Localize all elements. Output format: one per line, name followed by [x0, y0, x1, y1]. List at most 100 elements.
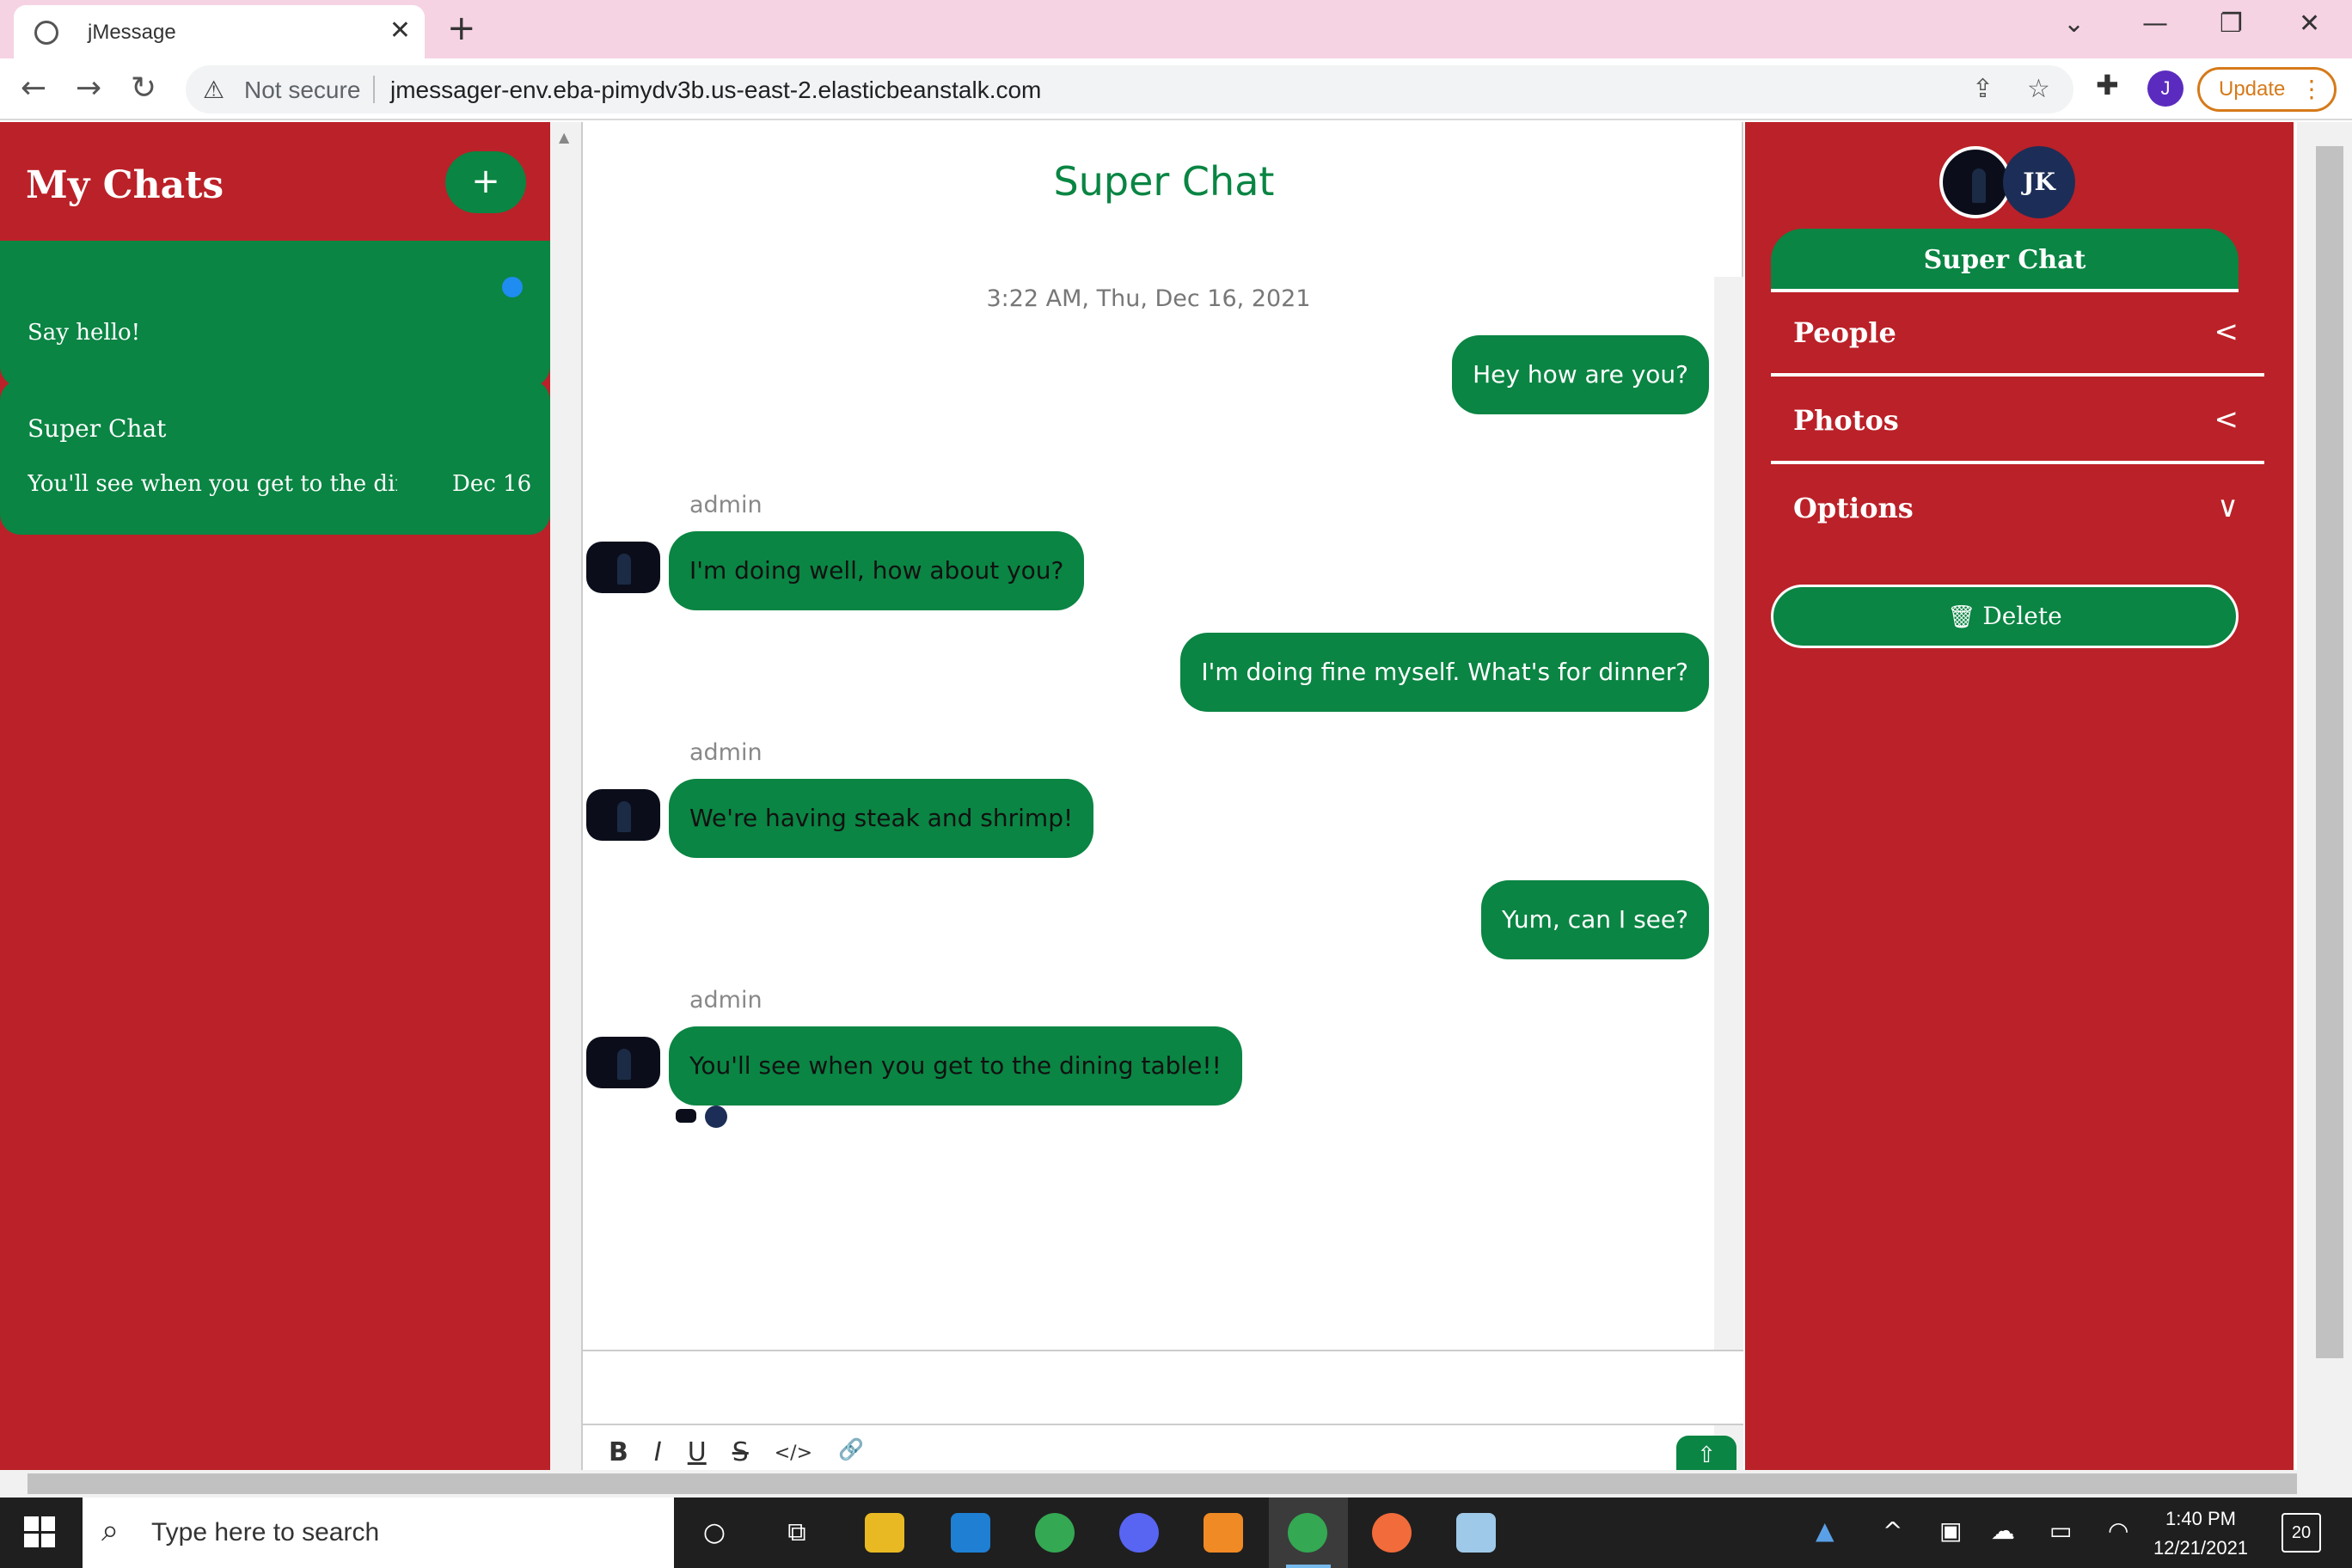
taskbar-clock[interactable]: 1:40 PM 12/21/2021 [2141, 1504, 2261, 1563]
feed-scrollbar[interactable] [1714, 277, 1743, 1477]
pen-icon[interactable]: ▲ [1816, 1516, 1834, 1545]
delete-label: Delete [1982, 602, 2062, 630]
onedrive-icon[interactable]: ☁ [1991, 1516, 2015, 1545]
reload-icon[interactable]: ↻ [131, 70, 156, 106]
taskbar-search[interactable]: ⌕ Type here to search [83, 1498, 674, 1568]
photos-section[interactable]: Photos < [1771, 380, 2264, 464]
chat-list-item[interactable]: Say hello! [0, 241, 550, 387]
address-bar[interactable]: ⚠ Not secure jmessager-env.eba-pimydv3b.… [186, 65, 2073, 113]
active-app-indicator [1286, 1565, 1331, 1568]
scroll-up-icon[interactable]: ▲ [559, 129, 569, 145]
sender-avatar [586, 542, 660, 593]
tab-title: jMessage [88, 21, 176, 44]
browser-tab[interactable]: jMessage ✕ [14, 5, 425, 58]
chat-name: Super Chat [28, 414, 167, 443]
windows-start-icon[interactable] [24, 1516, 55, 1547]
notepad-icon[interactable] [1456, 1513, 1496, 1553]
vscode-icon[interactable] [951, 1513, 990, 1553]
member-avatar [1939, 146, 2012, 218]
more-menu-icon: ⋮ [2300, 76, 2324, 102]
italic-button[interactable]: I [654, 1437, 662, 1472]
chevron-left-icon: < [2214, 402, 2239, 437]
my-chats-heading: My Chats [26, 163, 224, 207]
restore-icon[interactable]: ❐ [2220, 9, 2243, 39]
extensions-puzzle-icon[interactable]: ✚ [2096, 69, 2119, 101]
strikethrough-button[interactable]: S [732, 1437, 749, 1472]
horizontal-scroll-thumb[interactable] [28, 1473, 2297, 1494]
window-close-icon[interactable]: ✕ [2299, 9, 2320, 39]
new-tab-icon[interactable]: + [447, 9, 476, 48]
chat-settings-panel: JK Super Chat People < Photos < Options … [1745, 122, 2294, 1470]
bold-button[interactable]: B [609, 1437, 628, 1472]
update-label: Update [2219, 77, 2286, 101]
update-button[interactable]: Update ⋮ [2197, 67, 2337, 112]
message-sender: admin [689, 739, 763, 766]
bookmark-star-icon[interactable]: ☆ [2027, 74, 2050, 104]
task-view-icon[interactable]: ⧉ [777, 1513, 817, 1553]
chat-list-panel: My Chats + Say hello! Super Chat You'll … [0, 122, 550, 1470]
message-timestamp: 3:22 AM, Thu, Dec 16, 2021 [986, 285, 1311, 312]
member-avatar-initials: JK [2003, 146, 2075, 218]
close-tab-icon[interactable]: ✕ [389, 15, 411, 46]
battery-icon[interactable]: ▭ [2049, 1516, 2072, 1545]
chat-title: Super Chat [1053, 158, 1275, 205]
page-scrollbar[interactable] [2297, 122, 2352, 1470]
chat-preview: You'll see when you get to the dining ta… [28, 471, 397, 497]
chat-feed-panel: Super Chat 3:22 AM, Thu, Dec 16, 2021 He… [581, 122, 1743, 1477]
delete-button[interactable]: 🗑 Delete [1771, 585, 2239, 648]
arrow-up-icon: ⇧ [1697, 1442, 1716, 1468]
forward-icon[interactable]: → [76, 70, 101, 106]
cortana-icon[interactable]: ○ [695, 1513, 734, 1553]
profile-avatar[interactable]: J [2147, 70, 2184, 107]
share-icon[interactable]: ⇪ [1972, 74, 1994, 104]
sender-avatar [586, 1037, 660, 1088]
url-text[interactable]: jmessager-env.eba-pimydv3b.us-east-2.ela… [390, 77, 1041, 104]
not-secure-label: Not secure [244, 77, 361, 103]
chat-preview: Say hello! [28, 320, 141, 346]
underline-button[interactable]: U [688, 1437, 707, 1472]
photos-label: Photos [1793, 404, 1899, 437]
xampp-icon[interactable] [1204, 1513, 1243, 1553]
tray-chevron-icon[interactable]: ^ [1883, 1516, 1902, 1545]
add-chat-button[interactable]: + [445, 151, 526, 213]
tab-search-chevron-icon[interactable]: ⌄ [2063, 9, 2085, 39]
people-label: People [1793, 316, 1896, 349]
chat-date: Dec 16 [452, 471, 532, 497]
chevron-down-icon: ∨ [2217, 490, 2239, 524]
page-scroll-thumb[interactable] [2316, 146, 2343, 1358]
chrome-icon[interactable] [1035, 1513, 1075, 1553]
globe-icon [34, 21, 58, 45]
people-section[interactable]: People < [1771, 292, 2264, 377]
read-receipt-avatar [676, 1109, 696, 1123]
message-sender: admin [689, 492, 763, 518]
message-bubble-incoming: I'm doing well, how about you? [669, 531, 1085, 610]
link-icon[interactable]: 🔗 [838, 1437, 864, 1472]
options-section[interactable]: Options ∨ [1771, 468, 2264, 552]
message-input[interactable] [583, 1350, 1743, 1425]
postman-icon[interactable] [1372, 1513, 1412, 1553]
clock-time: 1:40 PM [2165, 1508, 2236, 1529]
back-icon[interactable]: ← [21, 70, 46, 106]
horizontal-scrollbar[interactable] [0, 1470, 2352, 1498]
wifi-icon[interactable]: ◠ [2108, 1516, 2128, 1545]
message-bubble-outgoing: I'm doing fine myself. What's for dinner… [1180, 633, 1709, 712]
minimize-icon[interactable]: — [2142, 9, 2168, 39]
chat-list-scrollbar[interactable]: ▲ [550, 122, 581, 1470]
message-sender: admin [689, 987, 763, 1014]
options-label: Options [1793, 492, 1914, 524]
search-icon: ⌕ [101, 1513, 119, 1548]
notifications-icon[interactable]: 20 [2282, 1513, 2321, 1553]
meet-now-icon[interactable]: ▣ [1939, 1516, 1962, 1545]
chat-list-item[interactable]: Super Chat You'll see when you get to th… [0, 380, 550, 535]
trash-icon: 🗑 [1947, 604, 1976, 630]
discord-icon[interactable] [1119, 1513, 1159, 1553]
send-button[interactable]: ⇧ [1676, 1436, 1736, 1470]
file-explorer-icon[interactable] [865, 1513, 904, 1553]
code-button[interactable]: </> [775, 1437, 812, 1472]
omnibox-divider [373, 76, 375, 103]
warning-icon: ⚠ [203, 76, 225, 104]
chat-name-title: Super Chat [1771, 229, 2239, 292]
message-bubble-incoming: We're having steak and shrimp! [669, 779, 1094, 858]
search-placeholder: Type here to search [151, 1518, 380, 1547]
chrome-profile-icon[interactable] [1288, 1513, 1327, 1553]
